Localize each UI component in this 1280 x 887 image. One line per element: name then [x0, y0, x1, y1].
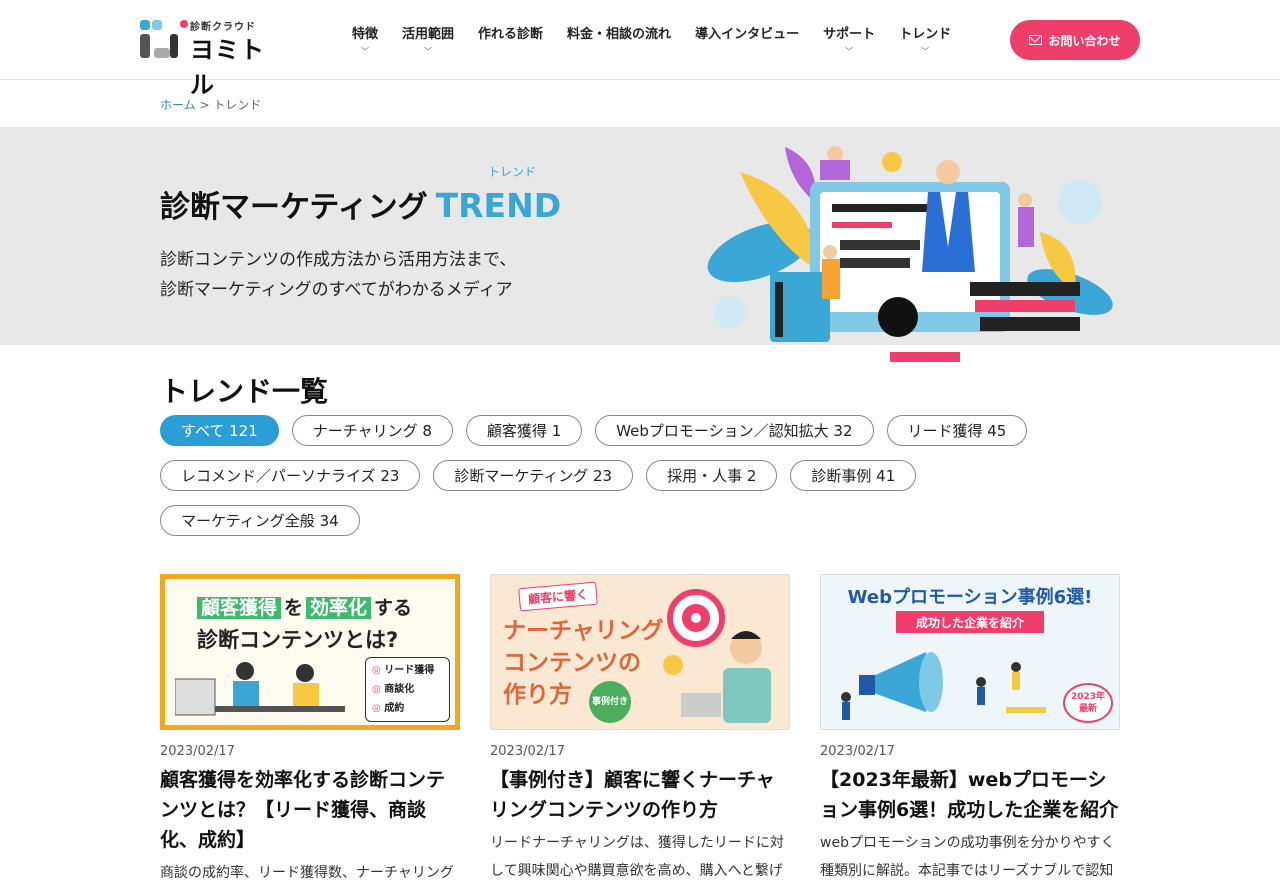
article-excerpt: webプロモーションの成功事例を分かりやすく種類別に解説。本記事ではリーズナブル… [820, 835, 1115, 879]
article-title[interactable]: 【事例付き】顧客に響くナーチャリングコンテンツの作り方 [490, 765, 790, 825]
breadcrumb: ホーム > トレンド [160, 96, 261, 113]
article-card[interactable]: 顧客獲得を効率化 する 診断コンテンツとは? ◎ リード獲得 ◎ 商談化 ◎ 成約… [160, 574, 460, 887]
article-date: 2023/02/17 [820, 744, 895, 759]
tag-nurturing[interactable]: ナーチャリング 8 [291, 415, 453, 446]
breadcrumb-home-link[interactable]: ホーム [160, 98, 196, 112]
site-header: 診断クラウド ヨミトル 特徴 ﹀ 活用範囲 ﹀ 作れる診断 料金・相談の流れ 導入イ… [0, 0, 1280, 99]
logo-mark-icon [140, 20, 182, 60]
article-title[interactable]: 顧客獲得を効率化する診断コンテンツとは？【リード獲得、商談化、成約】 [160, 765, 460, 855]
tag-case-studies[interactable]: 診断事例 41 [790, 460, 917, 491]
article-thumbnail: Webプロモーション事例6選! 成功した企業を紹介 2023年 最新 [820, 574, 1120, 730]
tag-web-promotion[interactable]: Webプロモーション／認知拡大 32 [595, 415, 874, 446]
logo-name: ヨミトル [190, 36, 265, 99]
nav-item-features[interactable]: 特徴 ﹀ [340, 0, 390, 80]
article-excerpt: リードナーチャリングは、獲得したリードに対して興味関心や購買意欲を高め、購入へと… [490, 835, 784, 879]
tag-customer-acquisition[interactable]: 顧客獲得 1 [465, 415, 583, 446]
tag-recommend[interactable]: レコメンド／パーソナライズ 23 [160, 460, 421, 491]
chevron-down-icon: ﹀ [921, 46, 930, 56]
hero-title: 診断マーケティング TREND [160, 186, 562, 225]
hero-description: 診断コンテンツの作成方法から活用方法まで、 診断マーケティングのすべてがわかるメ… [160, 250, 517, 300]
tag-marketing-general[interactable]: マーケティング全般 34 [160, 505, 360, 536]
article-date: 2023/02/17 [490, 744, 565, 759]
hero-title-en: TREND [435, 186, 562, 225]
nav-item-diagnoses[interactable]: 作れる診断 [466, 0, 555, 80]
article-title[interactable]: 【2023年最新】webプロモーション事例6選！成功した企業を紹介 [820, 765, 1120, 825]
nav-item-pricing[interactable]: 料金・相談の流れ [555, 0, 683, 80]
article-card[interactable]: 顧客に響く ナーチャリング コンテンツの 作り方 事例付き 2023/02/17… [490, 574, 790, 887]
hero-title-ruby: トレンド [488, 165, 537, 179]
article-thumbnail: 顧客獲得を効率化 する 診断コンテンツとは? ◎ リード獲得 ◎ 商談化 ◎ 成約 [160, 574, 460, 730]
nav-item-interviews[interactable]: 導入インタビュー [683, 0, 811, 80]
nav-item-support[interactable]: サポート ﹀ [811, 0, 887, 80]
contact-button[interactable]: お問い合わせ [1010, 20, 1140, 60]
mail-icon [1029, 35, 1043, 45]
tag-diagnosis-marketing[interactable]: 診断マーケティング 23 [433, 460, 634, 491]
chevron-down-icon: ﹀ [845, 46, 854, 56]
breadcrumb-separator: > [199, 98, 210, 112]
section-title: トレンド一覧 [160, 375, 329, 408]
site-logo[interactable]: 診断クラウド ヨミトル [140, 18, 285, 99]
tag-all[interactable]: すべて 121 [160, 415, 279, 446]
article-list: 顧客獲得を効率化 する 診断コンテンツとは? ◎ リード獲得 ◎ 商談化 ◎ 成約… [160, 574, 1120, 887]
hero-banner: トレンド 診断マーケティング TREND 診断コンテンツの作成方法から活用方法まで… [0, 127, 1280, 362]
logo-dot [180, 20, 188, 28]
nav-item-trend[interactable]: トレンド ﹀ [887, 0, 963, 80]
hero-illustration [707, 146, 1113, 362]
article-thumbnail: 顧客に響く ナーチャリング コンテンツの 作り方 事例付き [490, 574, 790, 730]
tag-lead-acquisition[interactable]: リード獲得 45 [886, 415, 1028, 446]
nav-item-use-cases[interactable]: 活用範囲 ﹀ [390, 0, 466, 80]
chevron-down-icon: ﹀ [361, 46, 369, 56]
main-nav: 特徴 ﹀ 活用範囲 ﹀ 作れる診断 料金・相談の流れ 導入インタビュー サポート ﹀ … [340, 0, 963, 80]
tag-recruiting[interactable]: 採用・人事 2 [646, 460, 778, 491]
chevron-down-icon: ﹀ [424, 46, 433, 56]
article-date: 2023/02/17 [160, 744, 235, 759]
breadcrumb-current: トレンド [213, 98, 262, 112]
category-filter: すべて 121 ナーチャリング 8 顧客獲得 1 Webプロモーション／認知拡大… [160, 415, 1120, 536]
article-excerpt: 商談の成約率、リード獲得数、ナーチャリング [160, 865, 454, 881]
article-card[interactable]: Webプロモーション事例6選! 成功した企業を紹介 2023年 最新 2023/… [820, 574, 1120, 887]
